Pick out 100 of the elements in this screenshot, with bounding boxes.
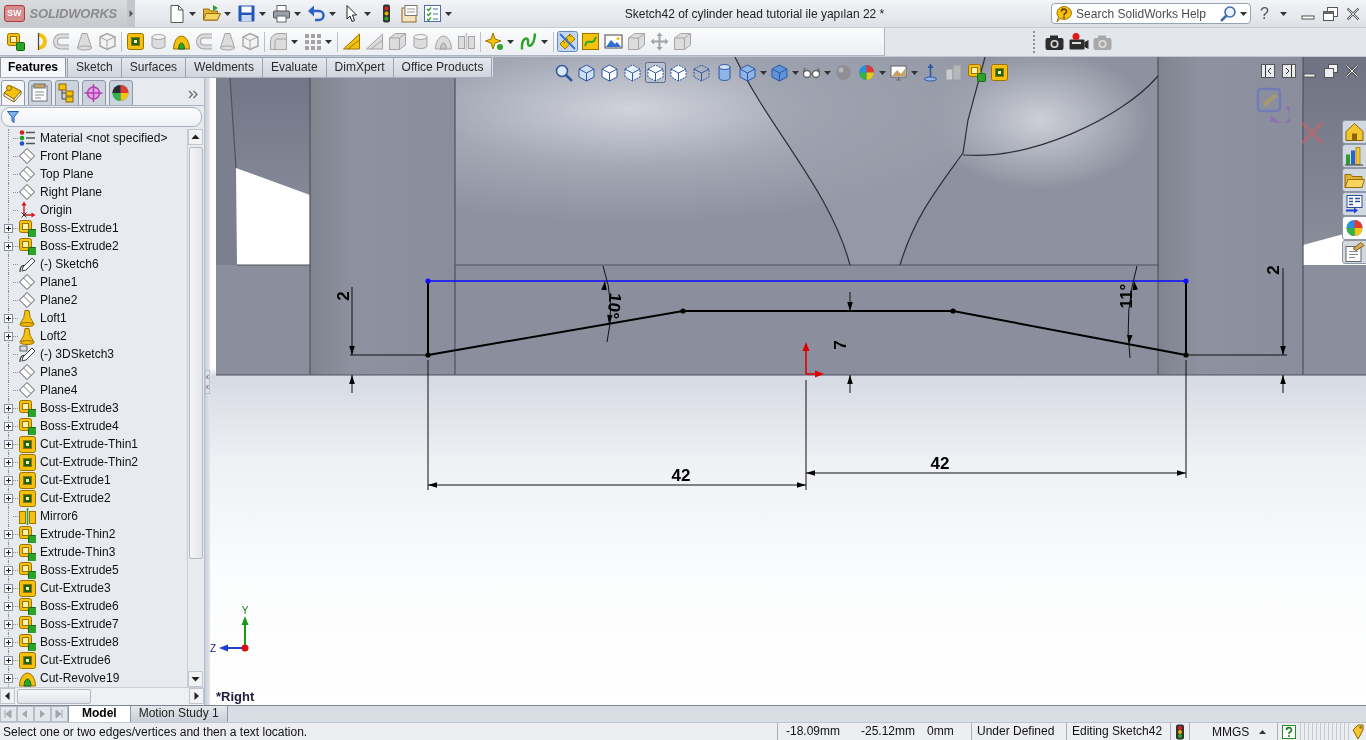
caret-icon[interactable] bbox=[445, 11, 452, 16]
cube-icon[interactable] bbox=[599, 62, 620, 83]
caret-icon[interactable] bbox=[507, 39, 514, 44]
tree-item[interactable]: Plane1 bbox=[18, 273, 78, 291]
help-button[interactable]: ? bbox=[1260, 4, 1269, 23]
vertical-scrollbar[interactable] bbox=[187, 129, 204, 687]
search-field[interactable]: Search SolidWorks Help bbox=[1051, 3, 1252, 24]
restore-icon[interactable] bbox=[1324, 64, 1338, 78]
scroll-left-icon[interactable] bbox=[0, 688, 15, 704]
dimension-value[interactable]: 7 bbox=[830, 340, 850, 350]
splitter-handle-icon[interactable] bbox=[205, 370, 210, 394]
expand-icon[interactable] bbox=[4, 529, 13, 539]
tree-item[interactable]: Cut-Extrude-Thin2 bbox=[18, 453, 139, 471]
caret-icon[interactable] bbox=[1240, 11, 1248, 16]
sketch-point[interactable] bbox=[680, 308, 686, 314]
scrollbar-thumb[interactable] bbox=[189, 147, 203, 559]
monitor-icon[interactable] bbox=[888, 62, 909, 83]
tag-icon[interactable] bbox=[1352, 723, 1364, 740]
tab[interactable]: Office Products bbox=[392, 57, 493, 77]
close-icon[interactable] bbox=[1345, 64, 1359, 78]
dimension-value[interactable]: 10° bbox=[603, 292, 625, 320]
tab[interactable]: DimXpert bbox=[325, 57, 394, 77]
picture-icon[interactable] bbox=[603, 31, 624, 52]
dimension-value[interactable]: 11° bbox=[1116, 283, 1136, 309]
cube-icon[interactable] bbox=[576, 62, 597, 83]
expand-icon[interactable] bbox=[4, 619, 13, 629]
sketch-point[interactable] bbox=[950, 308, 956, 314]
tab[interactable]: Surfaces bbox=[120, 57, 187, 77]
tree-diagram-icon[interactable] bbox=[55, 80, 79, 105]
tab[interactable]: Features bbox=[0, 57, 67, 77]
video-camera-icon[interactable] bbox=[1068, 32, 1089, 52]
expand-icon[interactable] bbox=[4, 673, 13, 683]
filter-field[interactable] bbox=[1, 107, 202, 127]
tree-item[interactable]: Plane2 bbox=[18, 291, 78, 309]
checklist-icon[interactable] bbox=[423, 4, 442, 23]
tree-item[interactable]: Loft1 bbox=[18, 309, 67, 327]
caret-icon[interactable] bbox=[224, 11, 231, 16]
cube-icon[interactable] bbox=[691, 62, 712, 83]
tree-item[interactable]: Material <not specified> bbox=[18, 129, 168, 147]
dimension-value[interactable]: 42 bbox=[930, 453, 950, 473]
expand-icon[interactable] bbox=[4, 331, 13, 341]
tree-item[interactable]: Plane4 bbox=[18, 381, 78, 399]
panel-right-icon[interactable] bbox=[1282, 64, 1296, 78]
expand-icon[interactable] bbox=[4, 493, 13, 503]
tree-item[interactable]: Cut-Extrude1 bbox=[18, 471, 111, 489]
expand-icon[interactable] bbox=[4, 313, 13, 323]
tab[interactable]: Evaluate bbox=[261, 57, 327, 77]
sparkle-icon[interactable] bbox=[484, 31, 505, 52]
stacked-squares-icon[interactable] bbox=[966, 62, 987, 83]
home-icon[interactable] bbox=[1342, 120, 1366, 144]
tab[interactable]: Model bbox=[68, 706, 131, 722]
tree-item[interactable]: Loft2 bbox=[18, 327, 67, 345]
caret-icon[interactable] bbox=[291, 39, 298, 44]
dimension-line[interactable] bbox=[1185, 267, 1288, 394]
caret-icon[interactable] bbox=[329, 11, 336, 16]
dimension-line[interactable] bbox=[845, 291, 855, 394]
search-icon[interactable] bbox=[1219, 4, 1238, 23]
sketch-point[interactable] bbox=[425, 278, 431, 284]
expand-icon[interactable] bbox=[4, 601, 13, 611]
tree-item[interactable]: Top Plane bbox=[18, 165, 94, 183]
caret-icon[interactable] bbox=[1280, 11, 1287, 16]
dimension-line[interactable] bbox=[349, 286, 429, 394]
scrollbar-thumb[interactable] bbox=[17, 689, 91, 704]
bar-chart-icon[interactable] bbox=[1342, 144, 1366, 168]
tree-item[interactable]: Plane3 bbox=[18, 363, 78, 381]
tree-item[interactable]: Boss-Extrude6 bbox=[18, 597, 119, 615]
tree-item[interactable]: Cut-Extrude3 bbox=[18, 579, 111, 597]
sketch-point[interactable] bbox=[1183, 278, 1189, 284]
clipboard-icon[interactable] bbox=[28, 80, 52, 105]
tree-item[interactable]: Boss-Extrude7 bbox=[18, 615, 119, 633]
undo-icon[interactable] bbox=[307, 4, 326, 23]
cube-icon[interactable] bbox=[668, 62, 689, 83]
expand-icon[interactable] bbox=[4, 655, 13, 665]
tree-item[interactable]: Origin bbox=[18, 201, 72, 219]
tree-item[interactable]: Boss-Extrude3 bbox=[18, 399, 119, 417]
tree-item[interactable]: Boss-Extrude4 bbox=[18, 417, 119, 435]
documents-icon[interactable] bbox=[400, 4, 419, 23]
cube-icon[interactable] bbox=[737, 62, 758, 83]
scroll-down-icon[interactable] bbox=[188, 671, 203, 687]
tree-item[interactable]: Boss-Extrude1 bbox=[18, 219, 119, 237]
scroll-up-icon[interactable] bbox=[188, 129, 203, 145]
stacked-squares-icon[interactable] bbox=[5, 31, 26, 52]
page-icon[interactable] bbox=[167, 4, 186, 23]
tree-item[interactable]: Boss-Extrude2 bbox=[18, 237, 119, 255]
framed-square-icon[interactable] bbox=[989, 62, 1010, 83]
tree-item[interactable]: Boss-Extrude8 bbox=[18, 633, 119, 651]
ruler-icon[interactable] bbox=[557, 31, 578, 52]
help-icon[interactable] bbox=[1282, 724, 1296, 739]
zoom-icon[interactable] bbox=[553, 62, 574, 83]
cube-icon[interactable] bbox=[622, 62, 643, 83]
expand-icon[interactable] bbox=[4, 547, 13, 557]
tree-item[interactable]: (-) Sketch6 bbox=[18, 255, 99, 273]
dimension-value[interactable]: 2 bbox=[1263, 265, 1283, 275]
folder-icon[interactable] bbox=[1342, 168, 1366, 192]
caret-icon[interactable] bbox=[364, 11, 371, 16]
tree-item[interactable]: Cut-Revolve19 bbox=[18, 669, 120, 687]
expand-icon[interactable] bbox=[4, 583, 13, 593]
wedge-icon[interactable] bbox=[341, 31, 362, 52]
caret-icon[interactable] bbox=[189, 11, 196, 16]
tab[interactable]: Sketch bbox=[67, 57, 122, 77]
